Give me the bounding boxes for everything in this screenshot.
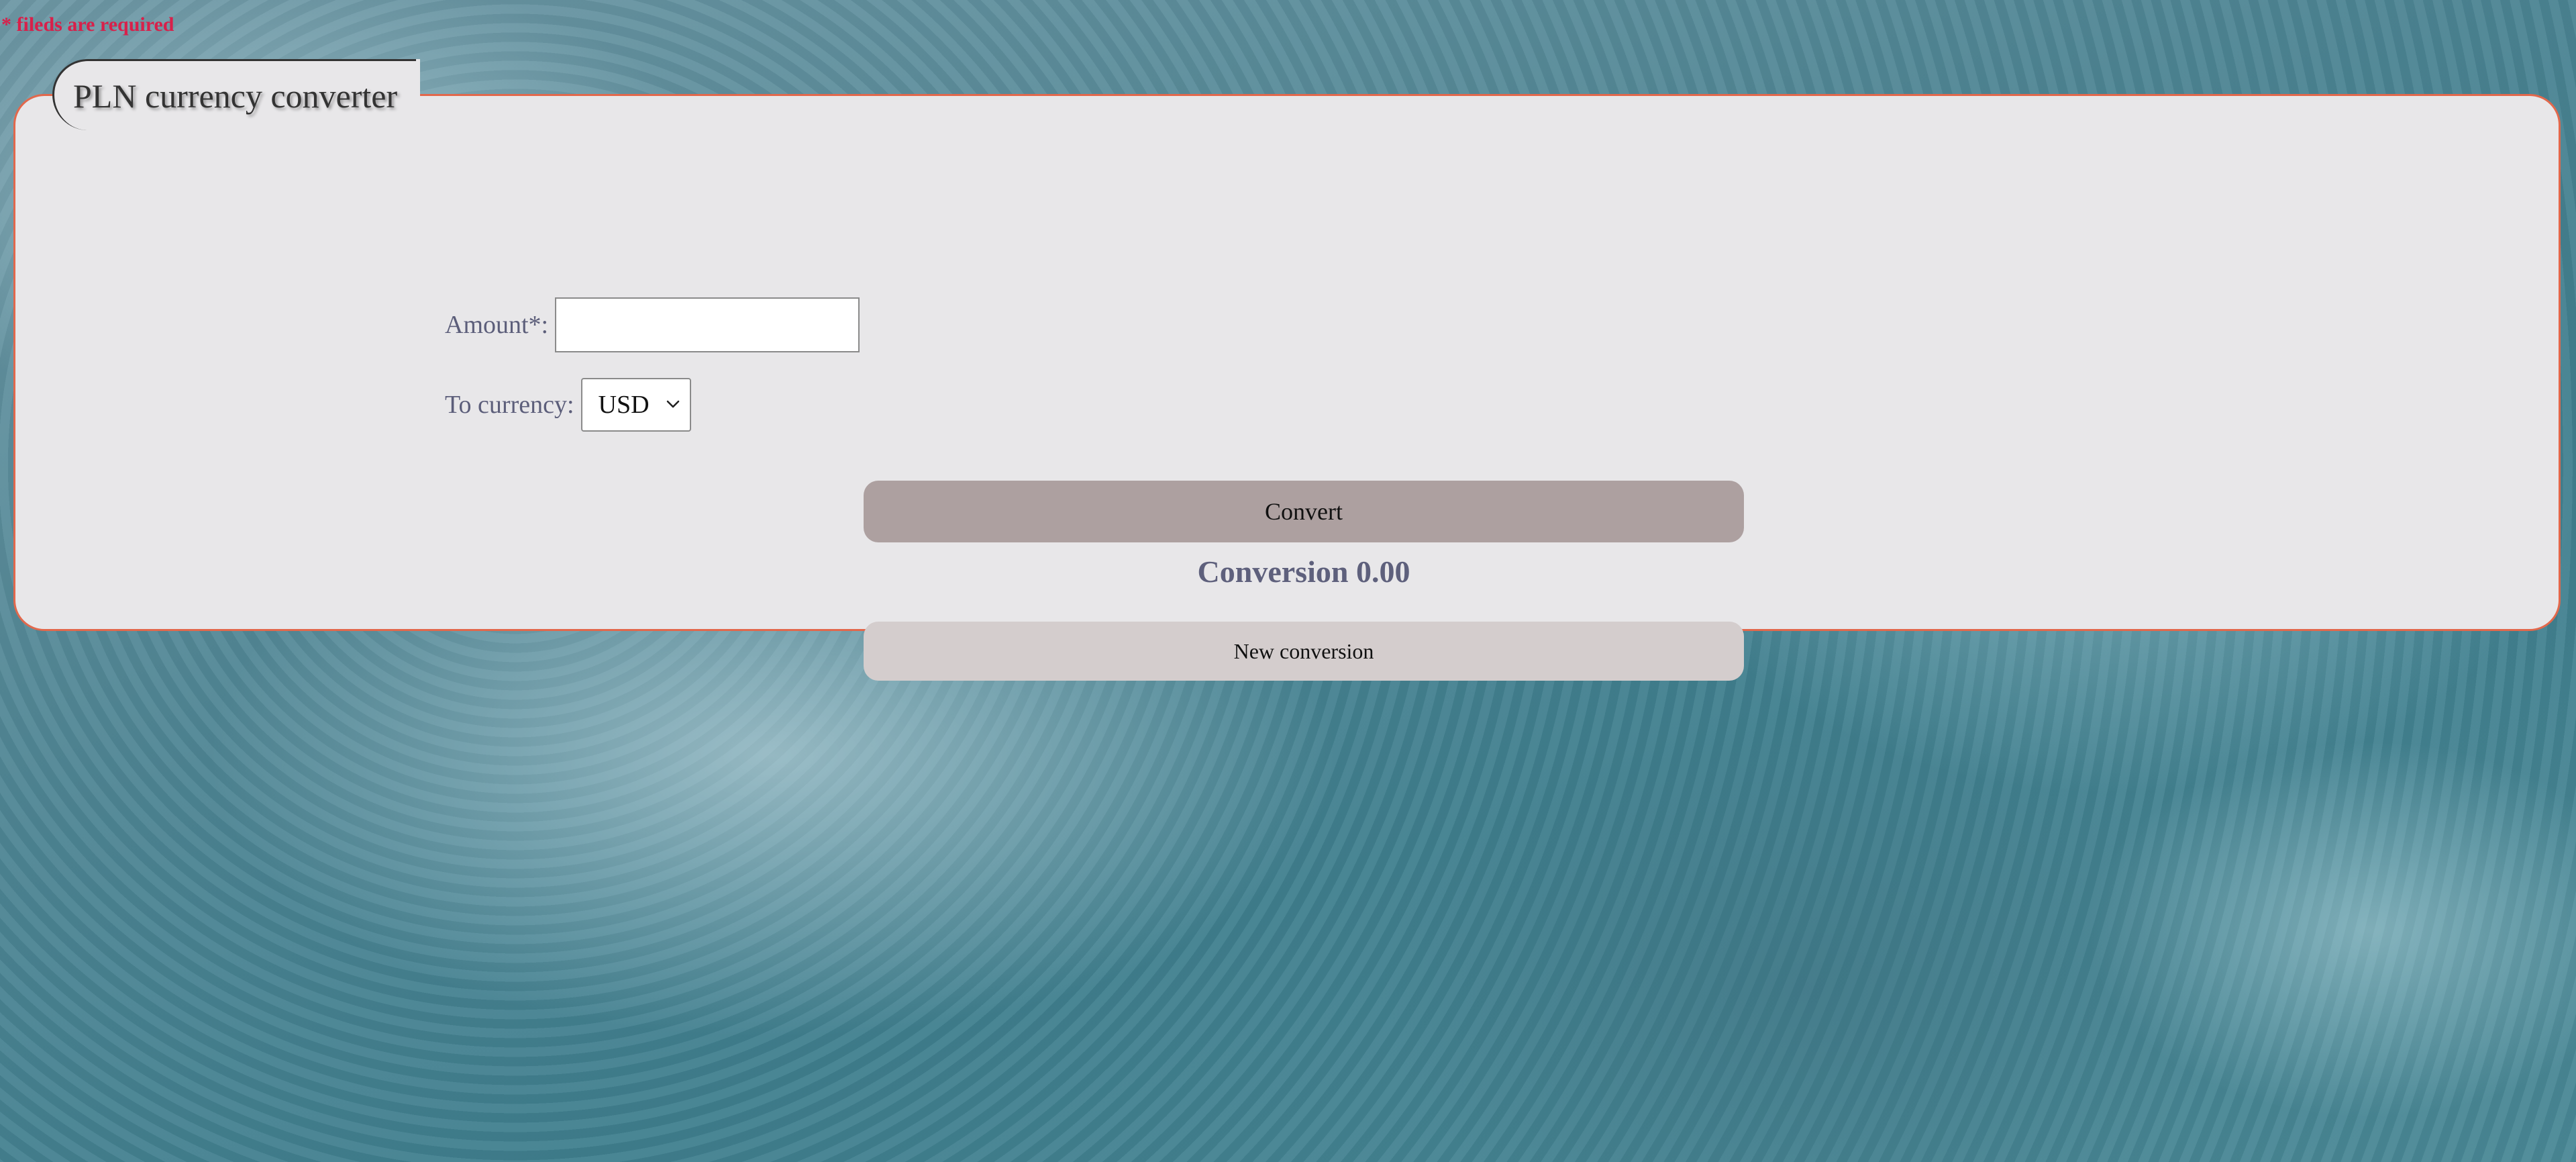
required-fields-note: * fileds are required xyxy=(1,13,174,36)
amount-input[interactable] xyxy=(555,297,860,352)
currency-select[interactable]: USD xyxy=(580,378,691,432)
convert-button[interactable]: Convert xyxy=(864,481,1744,542)
conversion-result-label: Conversion xyxy=(1197,554,1349,589)
amount-row: Amount*: xyxy=(445,297,860,352)
amount-label: Amount*: xyxy=(445,311,549,339)
form-title: PLN currency converter xyxy=(73,77,398,115)
conversion-result-value: 0.00 xyxy=(1355,554,1410,589)
currency-label: To currency: xyxy=(445,391,574,419)
currency-row: To currency: USD xyxy=(445,378,691,432)
conversion-result: Conversion 0.00 xyxy=(864,554,1744,589)
converter-form: Amount*: To currency: USD Convert Conver… xyxy=(13,94,2561,681)
page-background: { "required_note": "* fileds are require… xyxy=(0,0,2576,1162)
currency-select-value: USD xyxy=(598,391,650,419)
form-legend: PLN currency converter xyxy=(52,59,417,130)
chevron-down-icon xyxy=(666,400,679,408)
new-conversion-button[interactable]: New conversion xyxy=(864,622,1744,681)
